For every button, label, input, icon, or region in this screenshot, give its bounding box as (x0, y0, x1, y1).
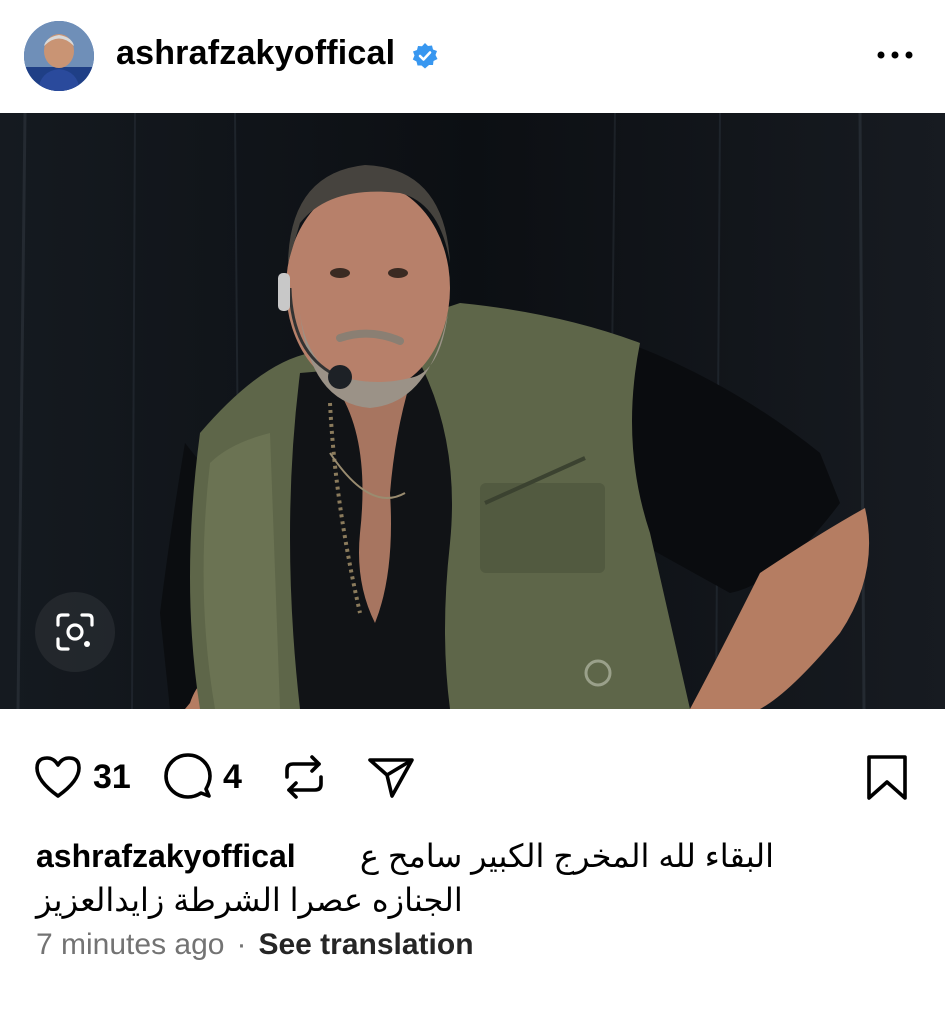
repost-icon (285, 755, 323, 799)
send-icon (368, 758, 414, 798)
comment-button[interactable]: 4 (163, 745, 242, 809)
verified-badge-icon (412, 43, 438, 69)
like-count[interactable]: 31 (93, 758, 131, 797)
comment-count[interactable]: 4 (223, 758, 242, 797)
post-actions: 31 4 (0, 745, 945, 809)
comment-icon (164, 753, 212, 799)
heart-icon (35, 756, 81, 798)
caption-username[interactable]: ashrafzakyoffical (36, 838, 296, 874)
post-photo[interactable] (0, 113, 945, 709)
meta-separator: · (236, 928, 247, 961)
post-header: ashrafzakyoffical (0, 0, 945, 112)
repost-button[interactable] (281, 745, 327, 809)
bookmark-icon (867, 755, 907, 800)
share-button[interactable] (366, 745, 416, 809)
like-button[interactable]: 31 (33, 745, 131, 809)
visual-search-button[interactable] (35, 592, 115, 672)
caption-line-1: ashrafzakyoffical (36, 834, 296, 878)
post-timestamp: 7 minutes ago (36, 928, 225, 961)
more-options-button[interactable] (872, 40, 918, 70)
save-button[interactable] (864, 745, 910, 809)
see-translation-link[interactable]: See translation (258, 928, 473, 961)
post-meta: 7 minutes ago · See translation (36, 928, 474, 962)
post-image (0, 113, 945, 709)
post-username[interactable]: ashrafzakyoffical (116, 34, 395, 73)
more-horizontal-icon (877, 51, 913, 59)
lens-icon (56, 613, 94, 651)
profile-avatar[interactable] (24, 21, 94, 91)
caption-text-line-1: البقاء لله المخرج الكبير سامح ع (359, 838, 774, 874)
caption-text-line-2: الجنازه عصرا الشرطة زايدالعزيز (36, 882, 463, 918)
